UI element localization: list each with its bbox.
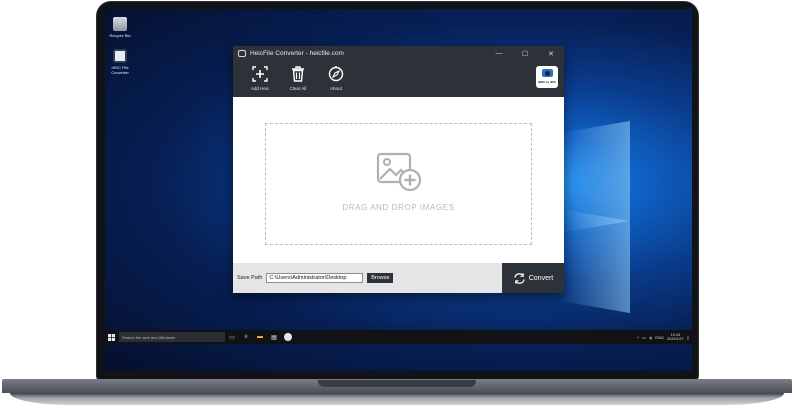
convert-button[interactable]: Convert — [502, 263, 564, 293]
minimize-button[interactable]: — — [486, 46, 512, 61]
add-icon — [252, 66, 268, 82]
task-view-icon[interactable]: ▭ — [225, 330, 239, 344]
desktop-icon-label: Recycle Bin — [109, 33, 131, 38]
system-tray: ^ ▭ ◂) ENG 10:43 2020/1/27 ▯ — [637, 330, 689, 344]
browse-button[interactable]: Browse — [367, 273, 394, 283]
add-heic-button[interactable]: Add Heic — [241, 61, 279, 97]
main-content: DRAG AND DROP IMAGES — [233, 97, 564, 263]
tray-chevron-icon[interactable]: ^ — [637, 335, 639, 340]
network-icon[interactable]: ▭ — [642, 335, 646, 340]
heic-converter-taskbar-icon[interactable] — [281, 330, 295, 344]
desktop-icon-recycle-bin[interactable]: Recycle Bin — [105, 17, 135, 38]
edge-browser-icon[interactable]: e — [239, 330, 253, 344]
file-explorer-icon[interactable]: ▬ — [253, 330, 267, 344]
clear-all-button[interactable]: Clear All — [279, 61, 317, 97]
heic-converter-icon — [113, 49, 127, 63]
convert-label: Convert — [528, 274, 554, 282]
laptop-lid-notch — [318, 380, 476, 387]
add-image-icon — [376, 152, 421, 191]
store-icon[interactable]: ▤ — [267, 330, 281, 344]
window-title: HeicFile Converter - heicfile.com — [250, 50, 344, 57]
recycle-bin-icon — [113, 17, 127, 31]
clear-all-label: Clear All — [289, 86, 307, 91]
add-heic-label: Add Heic — [250, 86, 270, 91]
heic-to-jpg-badge: HEIC to JPG — [536, 66, 558, 88]
taskbar: Search the web and Windows ▭ e ▬ ▤ ^ ▭ ◂… — [105, 330, 692, 344]
windows-logo-icon — [107, 333, 115, 341]
drop-zone-text: DRAG AND DROP IMAGES — [342, 202, 455, 212]
taskbar-clock[interactable]: 10:43 2020/1/27 — [667, 333, 684, 342]
about-button[interactable]: About — [317, 61, 355, 97]
toolbar: Add Heic Clear All About HEIC to JPG — [233, 61, 564, 97]
taskbar-search-box[interactable]: Search the web and Windows — [119, 332, 225, 342]
desktop-icon-heic-converter[interactable]: HEIC File Converter — [105, 49, 135, 75]
drop-zone[interactable]: DRAG AND DROP IMAGES — [265, 123, 532, 245]
convert-icon — [513, 272, 525, 284]
search-placeholder: Search the web and Windows — [122, 334, 175, 340]
clock-date: 2020/1/27 — [666, 337, 684, 341]
app-window: HeicFile Converter - heicfile.com — ☐ ✕ … — [233, 46, 564, 293]
app-circle-icon — [284, 333, 292, 341]
wallpaper-beam — [560, 208, 630, 314]
language-indicator[interactable]: ENG — [655, 335, 664, 340]
laptop-base-bottom — [10, 393, 784, 405]
camera-icon — [541, 69, 553, 77]
close-button[interactable]: ✕ — [538, 46, 564, 61]
badge-text: HEIC to JPG — [538, 80, 556, 84]
desktop-icon-label: HEIC File Converter — [111, 65, 129, 75]
desktop-screen: Recycle Bin HEIC File Converter HeicFile… — [105, 9, 692, 371]
volume-icon[interactable]: ◂) — [649, 335, 652, 340]
start-button[interactable] — [105, 330, 117, 344]
maximize-button[interactable]: ☐ — [512, 46, 538, 61]
notification-icon[interactable]: ▯ — [687, 335, 689, 340]
app-logo-icon — [238, 50, 246, 57]
trash-icon — [292, 66, 304, 82]
title-bar[interactable]: HeicFile Converter - heicfile.com — ☐ ✕ — [233, 46, 564, 61]
about-label: About — [330, 86, 342, 91]
save-path-input[interactable]: C:\Users\Administrator\Desktop — [266, 273, 364, 283]
compass-icon — [328, 66, 344, 82]
bottom-bar: Save Path C:\Users\Administrator\Desktop… — [233, 263, 564, 293]
save-path-label: Save Path — [237, 275, 263, 281]
